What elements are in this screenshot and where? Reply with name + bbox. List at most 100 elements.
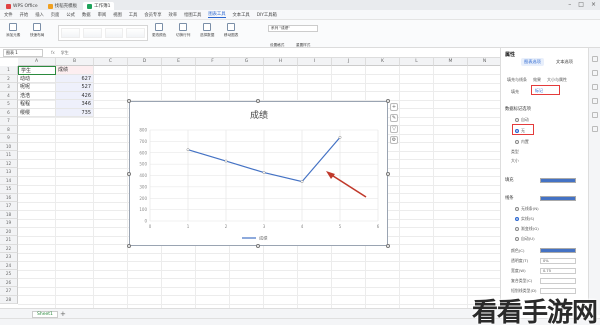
backup-icon[interactable] — [591, 112, 598, 118]
column-header-j[interactable]: J — [332, 58, 366, 66]
section-line[interactable]: 线条 — [505, 195, 514, 201]
row-header-18[interactable]: 18 — [0, 210, 18, 219]
table-cell[interactable]: 627 — [56, 74, 94, 83]
resize-handle[interactable] — [386, 244, 390, 248]
menu-data[interactable]: 数据 — [82, 12, 91, 18]
chart-area[interactable]: 成绩 0 100 200 300 400 500 600 700 800 0 1 2 3 4 5 6 成绩 — [129, 101, 388, 246]
select-icon[interactable] — [591, 84, 598, 90]
column-header-h[interactable]: H — [264, 58, 298, 66]
resize-handle[interactable] — [256, 99, 260, 103]
section-marker-options[interactable]: 数据标记选项 — [505, 106, 531, 112]
data-point[interactable] — [224, 159, 228, 163]
property-icon[interactable] — [591, 56, 598, 62]
data-point[interactable] — [338, 135, 342, 139]
row-header-27[interactable]: 27 — [0, 287, 18, 296]
column-header-n[interactable]: N — [468, 58, 500, 66]
data-point[interactable] — [300, 180, 304, 184]
column-header-f[interactable]: F — [196, 58, 230, 66]
chart-elements-icon[interactable]: + — [390, 103, 398, 111]
line-color-swatch[interactable] — [540, 196, 576, 201]
add-element-button[interactable]: 添加元素 — [6, 23, 20, 45]
chart-title[interactable]: 成绩 — [250, 109, 268, 121]
row-header-6[interactable]: 6 — [0, 108, 18, 117]
format-icon[interactable] — [591, 70, 598, 76]
menu-efficiency[interactable]: 效率 — [169, 12, 178, 18]
tab-wps-office[interactable]: WPS Office — [2, 2, 42, 10]
column-header-m[interactable]: M — [434, 58, 468, 66]
table-cell[interactable]: 动动 — [18, 74, 56, 83]
row-header-4[interactable]: 4 — [0, 91, 18, 100]
resize-handle[interactable] — [386, 172, 390, 176]
row-header-9[interactable]: 9 — [0, 134, 18, 143]
change-color-button[interactable]: 更改颜色 — [152, 23, 166, 45]
row-header-1[interactable]: 1 — [0, 66, 18, 75]
row-header-15[interactable]: 15 — [0, 185, 18, 194]
table-cell[interactable]: 735 — [56, 108, 94, 117]
section-fill[interactable]: 填充 — [505, 177, 514, 183]
sheet-tab[interactable]: Sheet1 — [32, 311, 58, 318]
move-chart-button[interactable]: 移动图表 — [224, 23, 238, 45]
row-header-5[interactable]: 5 — [0, 100, 18, 109]
table-cell[interactable]: 缨缨 — [18, 108, 56, 117]
menu-view[interactable]: 视图 — [113, 12, 122, 18]
line-gradient[interactable]: 渐变线(G) — [515, 226, 539, 232]
menu-file[interactable]: 文件 — [4, 12, 13, 18]
row-header-10[interactable]: 10 — [0, 142, 18, 151]
option-auto[interactable]: 自动 — [515, 117, 529, 123]
row-header-16[interactable]: 16 — [0, 193, 18, 202]
menu-tools[interactable]: 工具 — [129, 12, 138, 18]
fill-button[interactable]: 填充 — [511, 89, 519, 95]
quick-layout-button[interactable]: 快速布局 — [30, 23, 44, 45]
row-header-17[interactable]: 17 — [0, 202, 18, 211]
series-select[interactable]: 系列 "成绩" — [268, 25, 318, 32]
row-header-14[interactable]: 14 — [0, 176, 18, 185]
row-header-24[interactable]: 24 — [0, 261, 18, 270]
row-header-23[interactable]: 23 — [0, 253, 18, 262]
row-header-3[interactable]: 3 — [0, 83, 18, 92]
menu-home[interactable]: 开始 — [20, 12, 29, 18]
transparency-input[interactable]: 0% — [540, 258, 576, 264]
line-auto[interactable]: 自动(U) — [515, 236, 535, 242]
row-header-26[interactable]: 26 — [0, 278, 18, 287]
color-picker[interactable] — [540, 248, 576, 253]
column-header-c[interactable]: C — [94, 58, 128, 66]
menu-page[interactable]: 页面 — [51, 12, 60, 18]
row-header-21[interactable]: 21 — [0, 236, 18, 245]
style-thumb[interactable] — [61, 28, 80, 38]
scatter-chart[interactable]: 成绩 0 100 200 300 400 500 600 700 800 0 1 2 3 4 5 6 成绩 — [130, 102, 389, 247]
header-cell[interactable]: 学生 — [18, 66, 56, 75]
compound-select[interactable] — [540, 278, 576, 284]
tab-templates[interactable]: 找稻壳模板 — [44, 2, 82, 10]
switch-row-col-button[interactable]: 切换行列 — [176, 23, 190, 45]
table-cell[interactable]: 程程 — [18, 100, 56, 109]
resize-handle[interactable] — [256, 244, 260, 248]
add-sheet-icon[interactable]: + — [60, 310, 66, 318]
subtab-size[interactable]: 大小与属性 — [547, 77, 567, 83]
data-point[interactable] — [262, 171, 266, 174]
row-header-12[interactable]: 12 — [0, 159, 18, 168]
option-builtin[interactable]: 内置 — [515, 139, 529, 145]
row-header-28[interactable]: 28 — [0, 295, 18, 304]
menu-review[interactable]: 审阅 — [98, 12, 107, 18]
resize-handle[interactable] — [127, 99, 131, 103]
tab-chart-options[interactable]: 图表选项 — [521, 58, 544, 66]
column-header-e[interactable]: E — [162, 58, 196, 66]
subtab-effect[interactable]: 效果 — [533, 77, 541, 83]
tab-workbook[interactable]: 工作簿1 — [83, 2, 115, 10]
data-point[interactable] — [186, 148, 190, 152]
row-header-13[interactable]: 13 — [0, 168, 18, 177]
header-cell[interactable]: 成绩 — [56, 66, 94, 75]
column-header-k[interactable]: K — [366, 58, 400, 66]
select-data-button[interactable]: 选择数据 — [200, 23, 214, 45]
table-cell[interactable]: 呢呢 — [18, 83, 56, 92]
style-thumb[interactable] — [126, 28, 145, 38]
resize-handle[interactable] — [127, 172, 131, 176]
menu-insert[interactable]: 插入 — [35, 12, 44, 18]
minimize-icon[interactable]: – — [568, 1, 571, 8]
settings-icon[interactable] — [591, 126, 598, 132]
menu-diy[interactable]: DIY工具箱 — [257, 12, 277, 18]
row-header-22[interactable]: 22 — [0, 244, 18, 253]
line-solid[interactable]: 实线(S) — [515, 216, 534, 222]
name-box[interactable]: 图表 1 — [3, 48, 43, 57]
row-header-20[interactable]: 20 — [0, 227, 18, 236]
